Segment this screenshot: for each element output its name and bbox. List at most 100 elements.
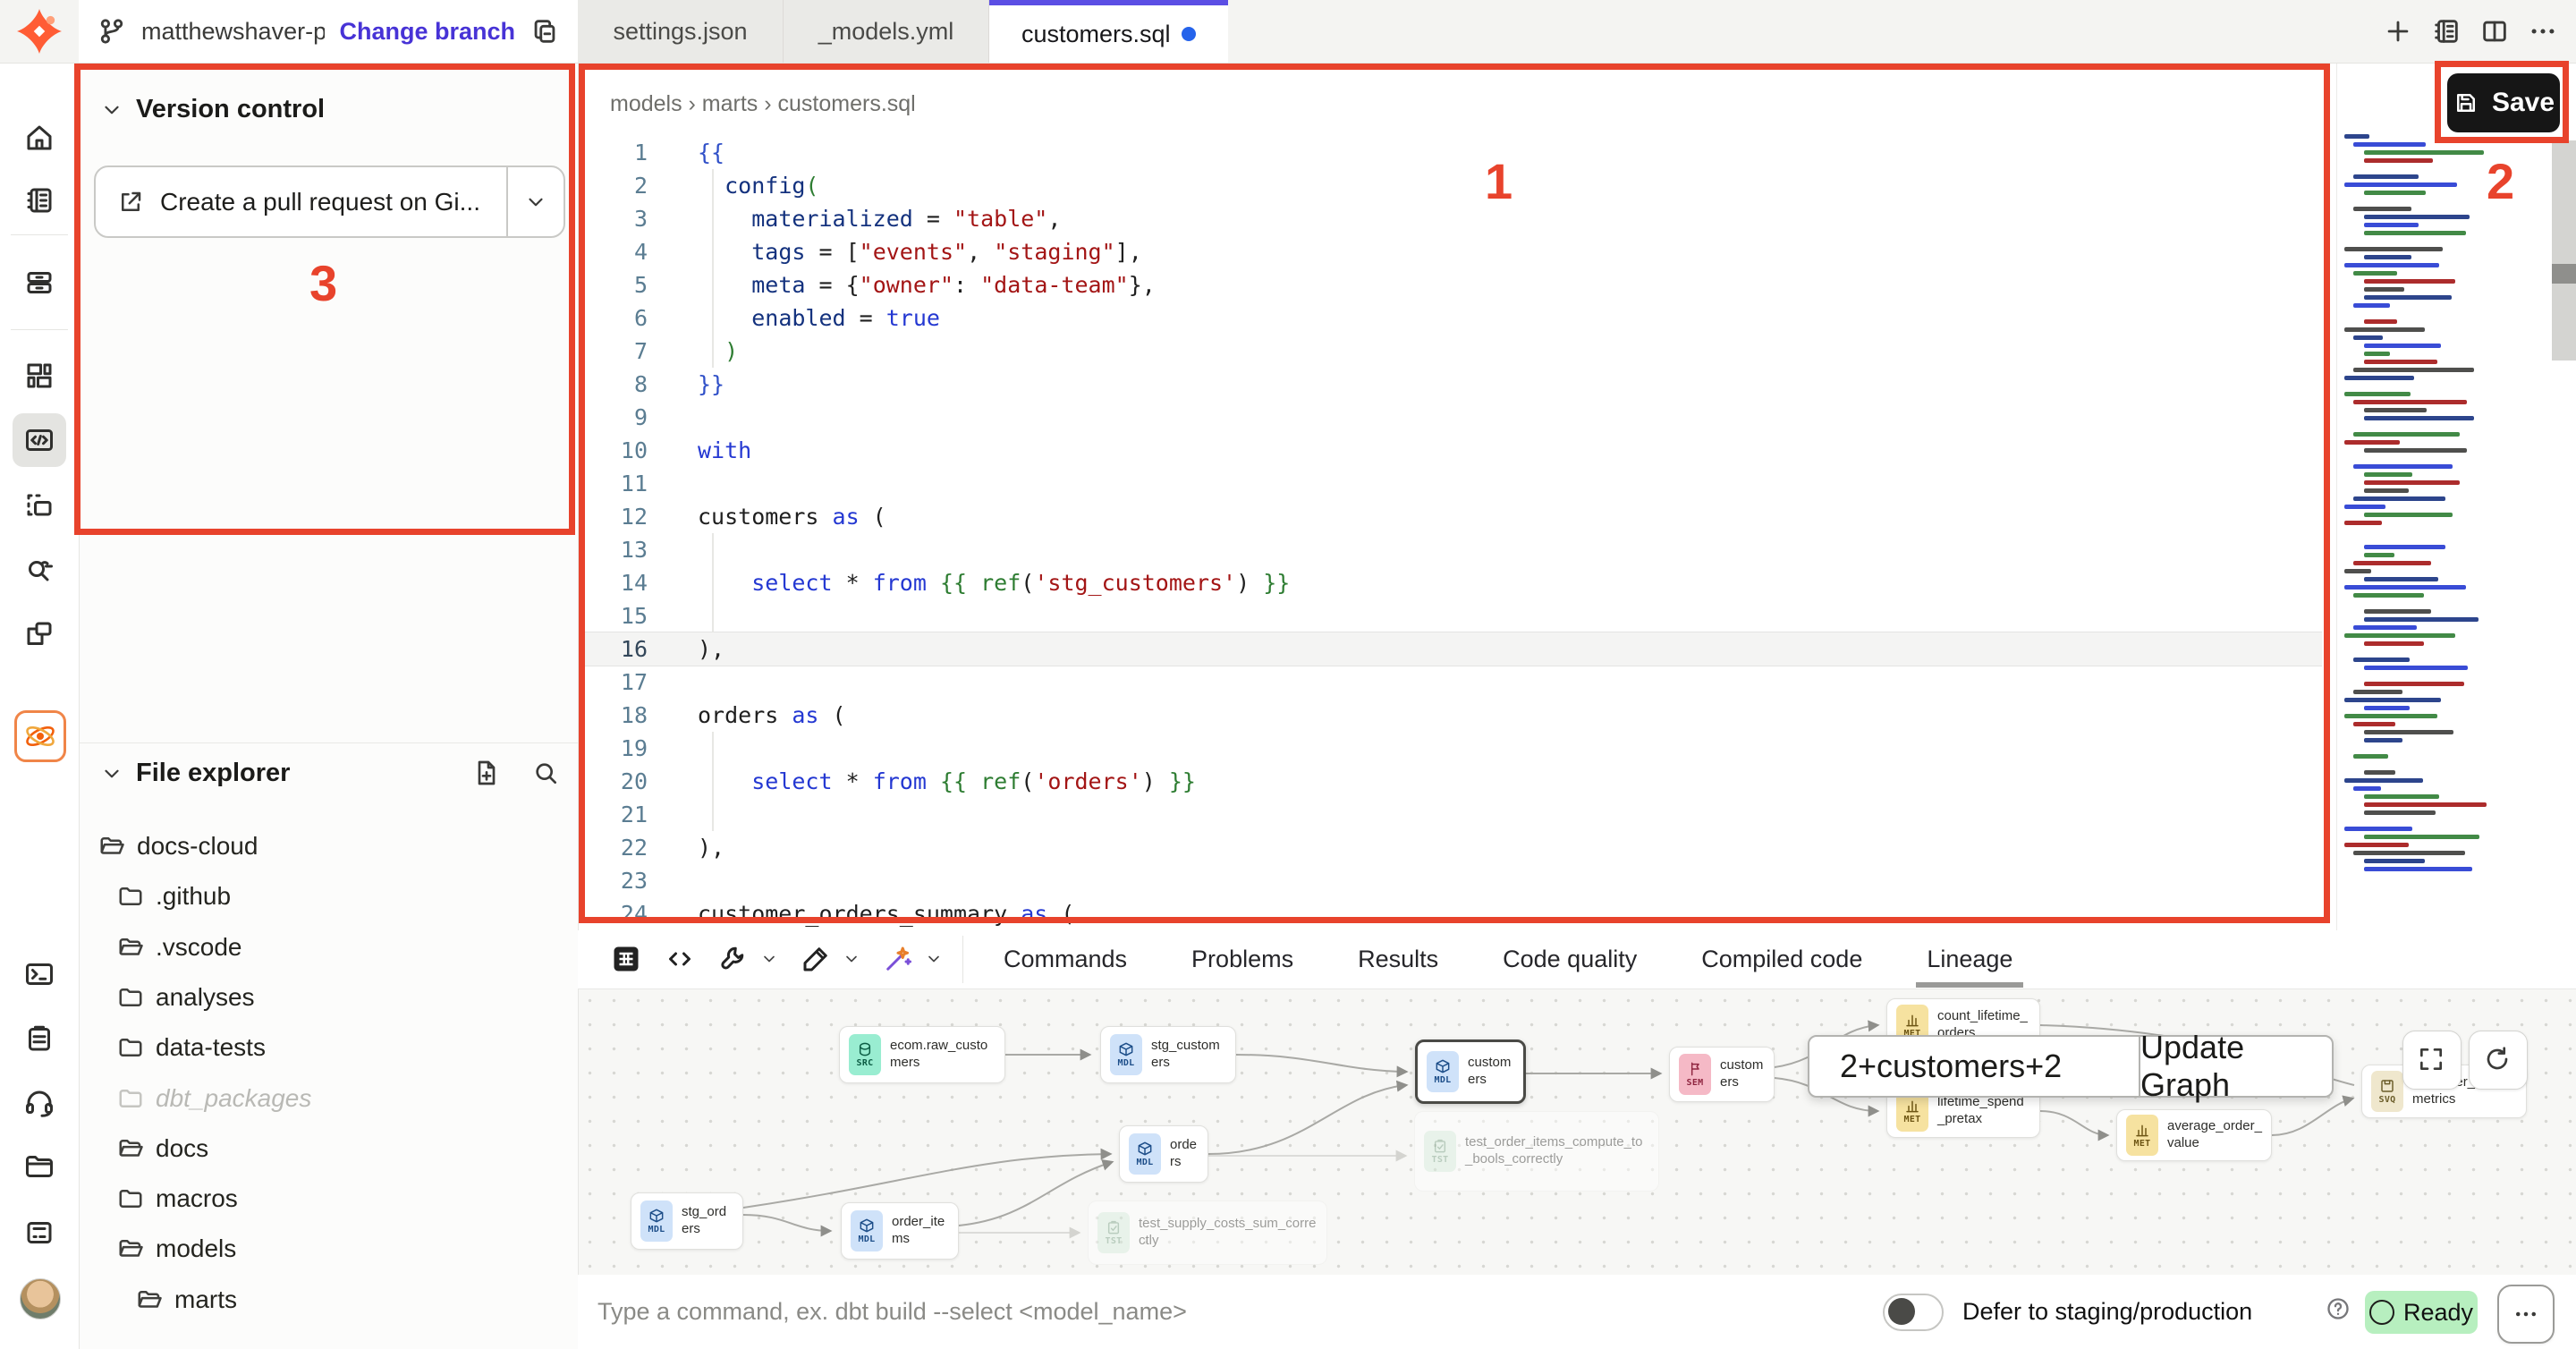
jobs-icon[interactable] [23,267,55,299]
lineage-node-order-items[interactable]: MDLorder_items [841,1202,959,1260]
command-input[interactable]: Type a command, ex. dbt build --select <… [597,1275,1187,1349]
docs-folder-icon[interactable] [23,1150,55,1183]
lineage-node-raw-customers[interactable]: SRCecom.raw_customers [839,1026,1005,1083]
code-line-20[interactable]: 20 select * from {{ ref('orders') }} [578,765,2322,798]
bottom-tab-results[interactable]: Results [1358,930,1438,988]
code-line-12[interactable]: 12customers as ( [578,500,2322,533]
tab-settings.json[interactable]: settings.json [578,0,784,63]
collapse-version-control-icon[interactable] [100,98,123,122]
tree-item-models[interactable]: models [79,1226,616,1272]
lineage-canvas[interactable]: SRCecom.raw_customers MDLstg_customers MDL… [578,988,2576,1276]
editor-scrollbar[interactable] [2552,140,2576,361]
home-icon[interactable] [23,122,55,154]
format-icon[interactable] [800,943,832,975]
tree-item-macros[interactable]: macros [79,1175,616,1222]
copy-branch-icon[interactable] [530,16,560,47]
dbt-copilot-icon[interactable] [14,710,66,762]
help-icon[interactable] [2326,1296,2351,1321]
tree-item-.github[interactable]: .github [79,873,616,920]
code-line-14[interactable]: 14 select * from {{ ref('stg_customers')… [578,566,2322,599]
tab-customers.sql[interactable]: customers.sql [989,0,1228,63]
version-control-header[interactable]: Version control [100,95,325,124]
update-graph-button[interactable]: Update Graph [2139,1037,2332,1096]
tree-item-dbt_packages[interactable]: dbt_packages [79,1075,616,1122]
orchestration-icon[interactable] [23,618,55,650]
lineage-node-stg-customers[interactable]: MDLstg_customers [1100,1026,1236,1083]
chevron-down-icon[interactable] [843,950,860,968]
tree-item-.vscode[interactable]: .vscode [79,924,616,971]
save-button[interactable]: Save [2447,73,2560,132]
explore-icon[interactable] [23,553,55,585]
tree-item-marts[interactable]: marts [79,1277,635,1323]
user-avatar[interactable] [20,1278,61,1319]
lineage-node-average-order-value[interactable]: METaverage_order_value [2116,1109,2272,1161]
lineage-selector-input[interactable]: 2+customers+2 [1809,1037,2139,1096]
panel-list-icon[interactable] [2431,16,2462,47]
lineage-node-test-order-items[interactable]: TSTtest_order_items_compute_to_bools_cor… [1414,1111,1659,1192]
code-line-21[interactable]: 21 [578,798,2322,831]
code-line-19[interactable]: 19 [578,732,2322,765]
terminal-icon[interactable] [23,958,55,990]
bottom-tab-compiled-code[interactable]: Compiled code [1701,930,1862,988]
search-files-icon[interactable] [531,759,560,787]
bottom-tab-problems[interactable]: Problems [1191,930,1293,988]
code-line-15[interactable]: 15 [578,599,2322,632]
code-line-18[interactable]: 18orders as ( [578,699,2322,732]
collapse-file-explorer-icon[interactable] [100,762,123,785]
keyboard-card-icon[interactable] [23,1217,55,1249]
chevron-down-icon[interactable] [760,950,778,968]
visual-editor-icon[interactable] [23,490,55,522]
code-line-13[interactable]: 13 [578,533,2322,566]
results-table-icon[interactable] [610,943,642,975]
code-line-10[interactable]: 10with [578,434,2322,467]
code-line-22[interactable]: 22), [578,831,2322,864]
minimap[interactable] [2344,134,2546,886]
fullscreen-button[interactable] [2402,1031,2462,1090]
code-tag-icon[interactable] [664,943,696,975]
code-line-7[interactable]: 7 ) [578,335,2322,368]
lineage-node-sem-customers[interactable]: SEMcustomers [1669,1047,1775,1102]
tree-item-docs-cloud[interactable]: docs-cloud [79,823,597,870]
refresh-graph-button[interactable] [2469,1031,2528,1090]
create-pr-button[interactable]: Create a pull request on Gi... [94,165,565,238]
code-line-1[interactable]: 1{{ [578,136,2322,169]
code-line-16[interactable]: 16), [578,632,2322,666]
chevron-down-icon[interactable] [925,950,943,968]
dashboard-icon[interactable] [23,360,55,392]
code-line-5[interactable]: 5 meta = {"owner": "data-team"}, [578,268,2322,301]
copilot-wand-icon[interactable] [882,943,914,975]
code-line-4[interactable]: 4 tags = ["events", "staging"], [578,235,2322,268]
clipboard-icon[interactable] [23,1022,55,1055]
status-badge[interactable]: Ready [2365,1291,2478,1334]
split-view-icon[interactable] [2479,16,2510,47]
code-line-17[interactable]: 17 [578,666,2322,699]
notebook-icon[interactable] [23,184,55,216]
tree-item-data-tests[interactable]: data-tests [79,1024,616,1071]
lineage-node-customers[interactable]: MDLcustomers [1415,1039,1526,1104]
lineage-node-stg-orders[interactable]: MDLstg_orders [631,1192,743,1250]
file-explorer-header[interactable]: File explorer [100,759,290,788]
lineage-node-test-supply[interactable]: TSTtest_supply_costs_sum_correctly [1088,1201,1327,1265]
lineage-node-orders[interactable]: MDLorders [1119,1125,1208,1183]
code-line-9[interactable]: 9 [578,401,2322,434]
tree-item-docs[interactable]: docs [79,1125,616,1172]
more-options-icon[interactable] [2528,16,2558,47]
code-line-23[interactable]: 23 [578,864,2322,897]
tab-_models.yml[interactable]: _models.yml [784,0,989,63]
change-branch-link[interactable]: Change branch [339,18,515,46]
code-line-11[interactable]: 11 [578,467,2322,500]
defer-toggle[interactable] [1883,1294,1944,1331]
build-tools-icon[interactable] [717,943,750,975]
code-editor-icon[interactable] [23,424,55,456]
code-line-24[interactable]: 24customer_orders_summary as ( [578,897,2322,930]
dbt-logo-icon[interactable] [0,0,79,63]
tree-item-analyses[interactable]: analyses [79,974,616,1021]
support-headset-icon[interactable] [23,1087,55,1119]
more-actions-button[interactable] [2497,1285,2555,1344]
code-line-3[interactable]: 3 materialized = "table", [578,202,2322,235]
new-tab-icon[interactable] [2383,16,2413,47]
code-line-2[interactable]: 2 config( [578,169,2322,202]
pr-dropdown-toggle[interactable] [506,167,564,236]
bottom-tab-code-quality[interactable]: Code quality [1503,930,1637,988]
code-line-6[interactable]: 6 enabled = true [578,301,2322,335]
